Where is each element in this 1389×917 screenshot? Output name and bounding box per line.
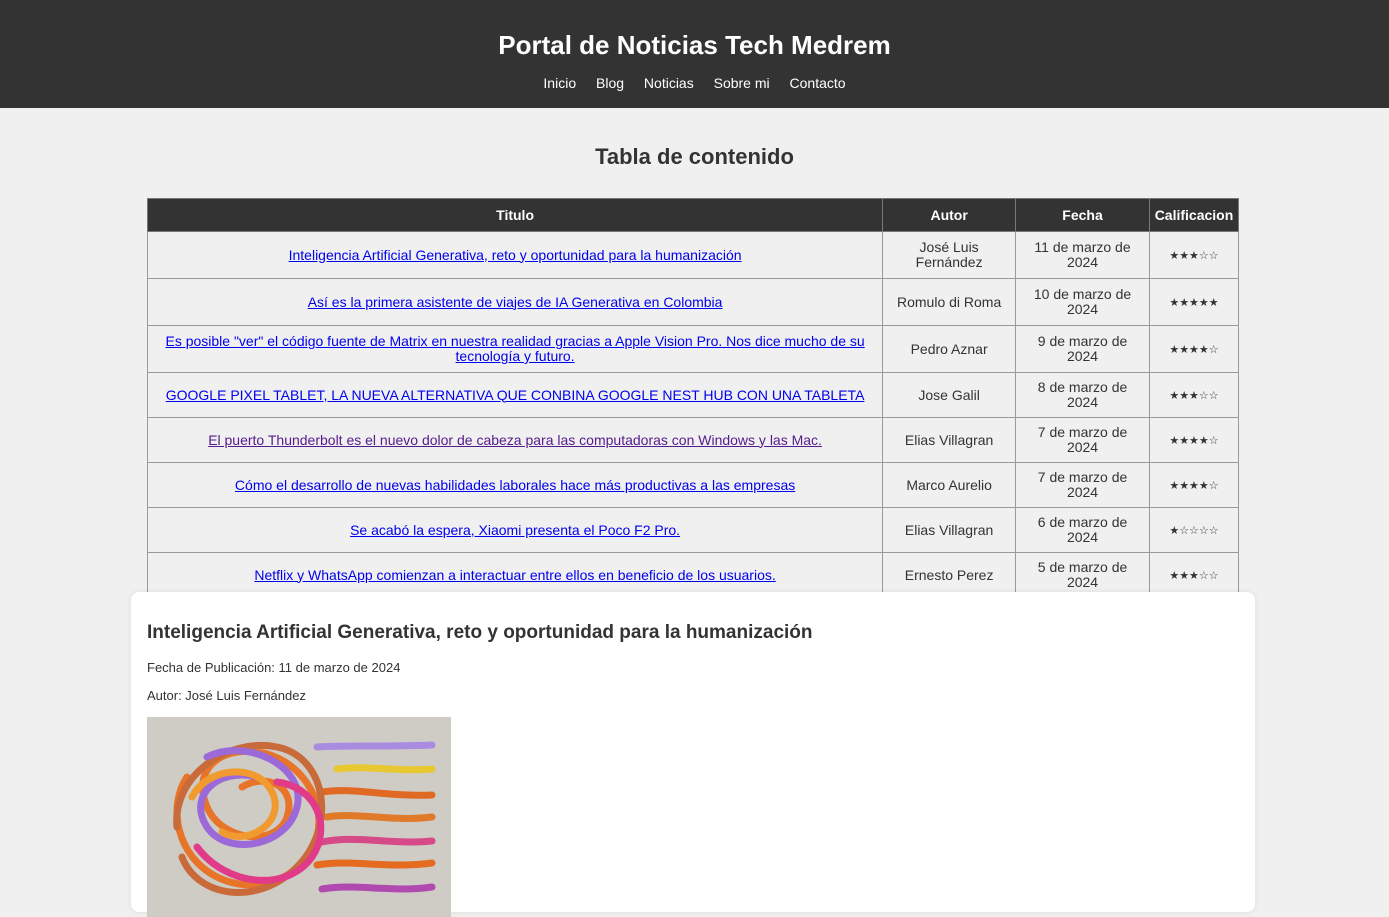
article-link[interactable]: El puerto Thunderbolt es el nuevo dolor …	[208, 432, 822, 448]
col-header-titulo: Titulo	[146, 198, 884, 232]
cell-date: 9 de marzo de 2024	[1015, 325, 1150, 373]
cell-date: 5 de marzo de 2024	[1015, 552, 1150, 598]
cell-title: El puerto Thunderbolt es el nuevo dolor …	[146, 417, 884, 463]
cell-title: Así es la primera asistente de viajes de…	[146, 278, 884, 326]
cell-rating: ★★★★★	[1148, 278, 1240, 326]
cell-rating: ★★★★☆	[1148, 462, 1240, 508]
nav-contacto[interactable]: Contacto	[790, 75, 846, 91]
article-image	[147, 717, 451, 917]
tangled-threads-illustration-icon	[147, 717, 451, 917]
site-title: Portal de Noticias Tech Medrem	[498, 30, 891, 60]
cell-date: 7 de marzo de 2024	[1015, 462, 1150, 508]
table-row: Cómo el desarrollo de nuevas habilidades…	[146, 462, 1240, 508]
site-header: Portal de Noticias Tech Medrem Inicio Bl…	[0, 0, 1389, 108]
article-title: Inteligencia Artificial Generativa, reto…	[147, 622, 813, 643]
toc-heading: Tabla de contenido	[595, 144, 794, 169]
article-link[interactable]: Es posible "ver" el código fuente de Mat…	[165, 333, 864, 364]
article-link[interactable]: Inteligencia Artificial Generativa, reto…	[289, 247, 742, 263]
cell-date: 11 de marzo de 2024	[1015, 231, 1150, 279]
nav-sobre-mi[interactable]: Sobre mi	[714, 75, 770, 91]
article-link[interactable]: Se acabó la espera, Xiaomi presenta el P…	[350, 522, 680, 538]
cell-author: Jose Galil	[882, 372, 1017, 418]
article-author: Autor: José Luis Fernández	[147, 688, 306, 703]
cell-date: 7 de marzo de 2024	[1015, 417, 1150, 463]
cell-title: Se acabó la espera, Xiaomi presenta el P…	[146, 507, 884, 553]
toc-table: Titulo Autor Fecha Calificacion Intelige…	[146, 198, 1240, 643]
cell-rating: ★☆☆☆☆	[1148, 507, 1240, 553]
article-link[interactable]: Así es la primera asistente de viajes de…	[308, 294, 723, 310]
cell-title: Netflix y WhatsApp comienzan a interactu…	[146, 552, 884, 598]
nav-inicio[interactable]: Inicio	[543, 75, 576, 91]
table-row: Netflix y WhatsApp comienzan a interactu…	[146, 552, 1240, 598]
article-link[interactable]: GOOGLE PIXEL TABLET, LA NUEVA ALTERNATIV…	[166, 387, 865, 403]
table-row: Se acabó la espera, Xiaomi presenta el P…	[146, 507, 1240, 553]
cell-author: Ernesto Perez	[882, 552, 1017, 598]
cell-rating: ★★★☆☆	[1148, 231, 1240, 279]
cell-title: Inteligencia Artificial Generativa, reto…	[146, 231, 884, 279]
article-link[interactable]: Cómo el desarrollo de nuevas habilidades…	[235, 477, 795, 493]
cell-rating: ★★★★☆	[1148, 325, 1240, 373]
table-row: GOOGLE PIXEL TABLET, LA NUEVA ALTERNATIV…	[146, 372, 1240, 418]
article-link[interactable]: Netflix y WhatsApp comienzan a interactu…	[254, 567, 775, 583]
nav-noticias[interactable]: Noticias	[644, 75, 694, 91]
col-header-autor: Autor	[882, 198, 1017, 232]
cell-title: Es posible "ver" el código fuente de Mat…	[146, 325, 884, 373]
cell-date: 10 de marzo de 2024	[1015, 278, 1150, 326]
col-header-fecha: Fecha	[1015, 198, 1150, 232]
table-row: Es posible "ver" el código fuente de Mat…	[146, 325, 1240, 373]
article-date: Fecha de Publicación: 11 de marzo de 202…	[147, 660, 401, 675]
cell-title: Cómo el desarrollo de nuevas habilidades…	[146, 462, 884, 508]
article-card: Inteligencia Artificial Generativa, reto…	[131, 592, 1255, 917]
cell-author: Romulo di Roma	[882, 278, 1017, 326]
main-nav: Inicio Blog Noticias Sobre mi Contacto	[0, 73, 1389, 93]
cell-rating: ★★★☆☆	[1148, 552, 1240, 598]
cell-author: José Luis Fernández	[882, 231, 1017, 279]
cell-date: 6 de marzo de 2024	[1015, 507, 1150, 553]
nav-blog[interactable]: Blog	[596, 75, 624, 91]
cell-author: Elias Villagran	[882, 507, 1017, 553]
cell-date: 8 de marzo de 2024	[1015, 372, 1150, 418]
cell-author: Pedro Aznar	[882, 325, 1017, 373]
col-header-calificacion: Calificacion	[1148, 198, 1240, 232]
cell-author: Elias Villagran	[882, 417, 1017, 463]
cell-rating: ★★★★☆	[1148, 417, 1240, 463]
toc-header-row: Titulo Autor Fecha Calificacion	[146, 198, 1240, 232]
cell-author: Marco Aurelio	[882, 462, 1017, 508]
table-row: Así es la primera asistente de viajes de…	[146, 278, 1240, 326]
table-row: El puerto Thunderbolt es el nuevo dolor …	[146, 417, 1240, 463]
cell-rating: ★★★☆☆	[1148, 372, 1240, 418]
table-row: Inteligencia Artificial Generativa, reto…	[146, 231, 1240, 279]
cell-title: GOOGLE PIXEL TABLET, LA NUEVA ALTERNATIV…	[146, 372, 884, 418]
